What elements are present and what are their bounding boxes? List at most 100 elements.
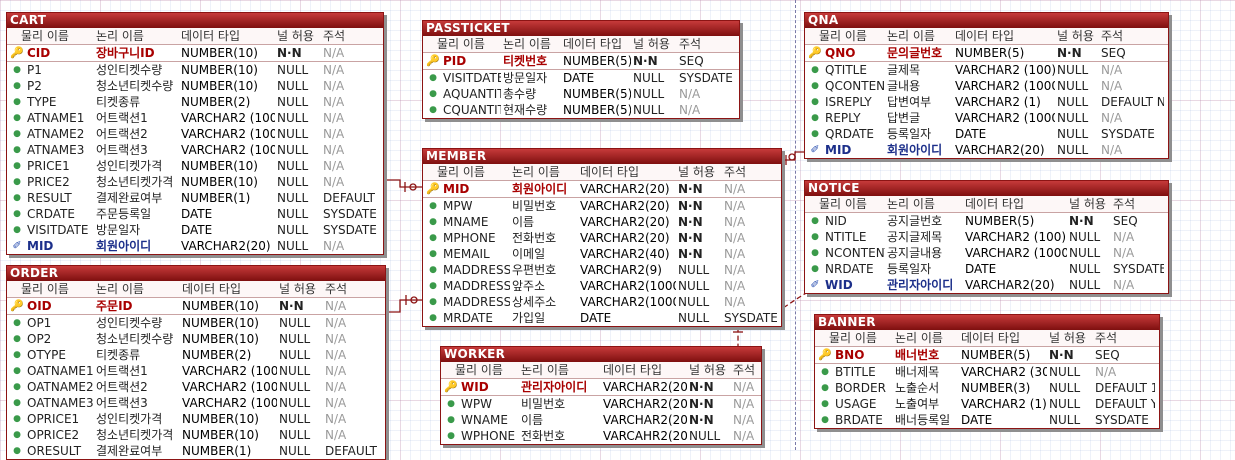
entity-attribute-row[interactable]: ● P1 성인티켓수량 NUMBER(10) NULL N/A xyxy=(7,62,383,78)
physical-name: TYPE xyxy=(27,95,57,109)
comment: N/A xyxy=(733,413,755,427)
entity-attribute-row[interactable]: ● NCONTENT공지글내용 VARCHAR2 (1000)NULL N/A xyxy=(805,245,1168,261)
column-header: 논리 이름 xyxy=(512,165,560,179)
entity-attribute-row[interactable]: 🔑 PID 티켓번호 NUMBER(5) N·N SEQ xyxy=(423,53,739,70)
column-header: 데이터 타입 xyxy=(563,37,623,51)
data-type: NUMBER(5) xyxy=(563,87,631,101)
entity-attribute-row[interactable]: ● ATNAME3 어트랙션3 VARCHAR2 (100) NULL N/A xyxy=(7,142,383,158)
data-type: VARCHAR2 (100) xyxy=(182,396,277,410)
physical-name: CID xyxy=(27,46,51,60)
entity-attribute-row[interactable]: ● OP1 성인티켓수량 NUMBER(10) NULL N/A xyxy=(7,315,385,331)
entity-attribute-row[interactable]: ● PRICE2 청소년티켓가격 NUMBER(10) NULL N/A xyxy=(7,174,383,190)
entity-attribute-row[interactable]: ● AQUANTITY총수량 NUMBER(5)NULL N/A xyxy=(423,86,739,102)
entity-attribute-row[interactable]: ● VISITDATE 방문일자 DATE NULL SYSDATE xyxy=(423,70,739,86)
entity-attribute-row[interactable]: ● CQUANTITY현재수량 NUMBER(5)NULL N/A xyxy=(423,102,739,118)
data-type: NUMBER(10) xyxy=(182,428,259,442)
physical-name: P1 xyxy=(27,63,42,77)
entity-attribute-row[interactable]: ✐ MID 회원아이디 VARCHAR2(20) NULL N/A xyxy=(805,142,1168,158)
data-type: VARCHAR2(20) xyxy=(603,413,687,427)
entity-attribute-row[interactable]: ● OP2 청소년티켓수량 NUMBER(10) NULL N/A xyxy=(7,331,385,347)
entity-attribute-row[interactable]: ● WPHONE 전화번호 VARCAHR2(20) NULL N/A xyxy=(441,428,761,444)
entity-attribute-row[interactable]: 🔑 OID 주문ID NUMBER(10) N·N N/A xyxy=(7,298,385,315)
column-header: 널 허용 xyxy=(689,363,726,377)
entity-attribute-row[interactable]: ● P2 청소년티켓수량 NUMBER(10) NULL N/A xyxy=(7,78,383,94)
entity-attribute-row[interactable]: ✐ WID 관리자아이디 VARCHAR2(20) NULL N/A xyxy=(805,277,1168,293)
nullable: NULL xyxy=(277,159,309,173)
entity-attribute-row[interactable]: ● ORESULT 결제완료여부 NUMBER(1) NULL DEFAULT 0 xyxy=(7,443,385,459)
entity-attribute-row[interactable]: ● WNAME 이름 VARCHAR2(20) N·N N/A xyxy=(441,412,761,428)
entity-member[interactable]: MEMBER 물리 이름 논리 이름 데이터 타입 널 허용 주석 🔑 MID 회원아이디 VAR… xyxy=(422,148,782,327)
entity-attribute-row[interactable]: ● WPW 비밀번호 VARCHAR2(20) N·N N/A xyxy=(441,396,761,412)
entity-attribute-row[interactable]: 🔑 BNO 배너번호 NUMBER(5) N·N SEQ xyxy=(815,347,1159,364)
nullable: NULL xyxy=(1057,143,1089,157)
entity-notice[interactable]: NOTICE 물리 이름 논리 이름 데이터 타입 널 허용 주석 ● NID 공지글번호 NUM… xyxy=(804,180,1169,294)
entity-attribute-row[interactable]: ● MEMAIL 이메일 VARCHAR2(40) N·N N/A xyxy=(423,246,781,262)
entity-attribute-row[interactable]: ● MADDRESS2앞주소 VARCHAR2(1000)NULL N/A xyxy=(423,278,781,294)
entity-attribute-row[interactable]: ● BORDER 노출순서 NUMBER(3) NULL DEFAULT 1 xyxy=(815,380,1159,396)
data-type: NUMBER(10) xyxy=(181,46,258,60)
entity-attribute-row[interactable]: ● OATNAME3 어트랙션3 VARCHAR2 (100) NULL N/A xyxy=(7,395,385,411)
entity-attribute-row[interactable]: ● OATNAME1 어트랙션1 VARCHAR2 (100) NULL N/A xyxy=(7,363,385,379)
entity-attribute-row[interactable]: ● QCONTENT글내용 VARCHAR2 (1000)NULL N/A xyxy=(805,78,1168,94)
data-type: NUMBER(5) xyxy=(961,348,1031,362)
data-type: VARCHAR2 (100) xyxy=(182,364,277,378)
entity-attribute-row[interactable]: ● RESULT 결제완료여부 NUMBER(1) NULL DEFAULT 0 xyxy=(7,190,383,206)
entity-order[interactable]: ORDER 물리 이름 논리 이름 데이터 타입 널 허용 주석 🔑 OID 주문ID NUMBE… xyxy=(6,265,386,460)
entity-attribute-row[interactable]: ● VISITDATE 방문일자 DATE NULL SYSDATE xyxy=(7,222,383,238)
entity-attribute-row[interactable]: ● NRDATE 등록일자 DATE NULL SYSDATE xyxy=(805,261,1168,277)
entity-attribute-row[interactable]: ● NID 공지글번호 NUMBER(5) N·N SEQ xyxy=(805,213,1168,229)
entity-attribute-row[interactable]: ✐ MID 회원아이디 VARCHAR2(20) NULL N/A xyxy=(7,238,383,254)
logical-name: 어트랙션2 xyxy=(96,380,148,394)
physical-name: BNO xyxy=(835,348,865,362)
entity-attribute-row[interactable]: ● ATNAME2 어트랙션2 VARCHAR2 (100) NULL N/A xyxy=(7,126,383,142)
entity-attribute-row[interactable]: ● MADDRESS1우편번호 VARCHAR2(9) NULL N/A xyxy=(423,262,781,278)
column-header: 널 허용 xyxy=(277,29,314,43)
entity-attribute-row[interactable]: ● MPHONE 전화번호 VARCHAR2(20) N·N N/A xyxy=(423,230,781,246)
entity-qna[interactable]: QNA 물리 이름 논리 이름 데이터 타입 널 허용 주석 🔑 QNO 문의글번호 NUMBER… xyxy=(804,12,1169,159)
column-header: 주석 xyxy=(325,282,348,296)
entity-attribute-row[interactable]: ● NTITLE 공지글제목 VARCHAR2 (100) NULL N/A xyxy=(805,229,1168,245)
comment: N/A xyxy=(325,316,347,330)
entity-attribute-row[interactable]: ● MNAME 이름 VARCHAR2(20) N·N N/A xyxy=(423,214,781,230)
entity-attribute-row[interactable]: ● MRDATE 가입일 DATE NULL SYSDATE xyxy=(423,310,781,326)
entity-attribute-row[interactable]: 🔑 MID 회원아이디 VARCHAR2(20) N·N N/A xyxy=(423,181,781,198)
entity-attribute-row[interactable]: ● MADDRESS3상세주소 VARCHAR2(1000)NULL N/A xyxy=(423,294,781,310)
nullable: NULL xyxy=(1069,262,1101,276)
entity-attribute-row[interactable]: 🔑 QNO 문의글번호 NUMBER(5) N·N SEQ xyxy=(805,45,1168,62)
entity-attribute-row[interactable]: ● USAGE 노출여부 VARCHAR2 (1) NULL DEFAULT Y xyxy=(815,396,1159,412)
comment: N/A xyxy=(323,175,345,189)
entity-attribute-row[interactable]: ● OTYPE 티켓종류 NUMBER(2) NULL N/A xyxy=(7,347,385,363)
entity-attribute-row[interactable]: ● TYPE 티켓종류 NUMBER(2) NULL N/A xyxy=(7,94,383,110)
entity-banner[interactable]: BANNER 물리 이름 논리 이름 데이터 타입 널 허용 주석 🔑 BNO 배너번호 NUMB… xyxy=(814,314,1160,429)
entity-attribute-row[interactable]: ● OPRICE1 성인티켓가격 NUMBER(10) NULL N/A xyxy=(7,411,385,427)
data-type: VARCHAR2 (100) xyxy=(181,111,275,125)
entity-attribute-row[interactable]: ● MPW 비밀번호 VARCHAR2(20) N·N N/A xyxy=(423,198,781,214)
physical-name: OP2 xyxy=(27,332,52,346)
entity-worker[interactable]: WORKER 물리 이름 논리 이름 데이터 타입 널 허용 주석 🔑 WID 관리자아이디 VA… xyxy=(440,346,762,445)
entity-attribute-row[interactable]: ● OATNAME2 어트랙션2 VARCHAR2 (100) NULL N/A xyxy=(7,379,385,395)
attribute-icon: ● xyxy=(13,177,21,187)
entity-attribute-row[interactable]: ● ISREPLY 답변여부 VARCHAR2 (1) NULL DEFAULT N xyxy=(805,94,1168,110)
entity-attribute-row[interactable]: ● QTITLE 글제목 VARCHAR2 (100) NULL N/A xyxy=(805,62,1168,78)
entity-attribute-row[interactable]: 🔑 WID 관리자아이디 VARCHAR2(20) N·N N/A xyxy=(441,379,761,396)
logical-name: 티켓종류 xyxy=(96,348,141,362)
column-header: 물리 이름 xyxy=(455,363,503,377)
entity-attribute-row[interactable]: ● PRICE1 성인티켓가격 NUMBER(10) NULL N/A xyxy=(7,158,383,174)
entity-attribute-row[interactable]: ● ATNAME1 어트랙션1 VARCHAR2 (100) NULL N/A xyxy=(7,110,383,126)
entity-cart[interactable]: CART 물리 이름 논리 이름 데이터 타입 널 허용 주석 🔑 CID 장바구니ID NUMB… xyxy=(6,12,384,255)
entity-attribute-row[interactable]: ● CRDATE 주문등록일 DATE NULL SYSDATE xyxy=(7,206,383,222)
entity-attribute-row[interactable]: ● QRDATE 등록일자 DATE NULL SYSDATE xyxy=(805,126,1168,142)
entity-attribute-row[interactable]: ● OPRICE2 청소년티켓가격 NUMBER(10) NULL N/A xyxy=(7,427,385,443)
comment: N/A xyxy=(325,299,347,313)
nullable: NULL xyxy=(633,71,665,85)
entity-attribute-row[interactable]: ● REPLY 답변글 VARCHAR2 (1000) NULL N/A xyxy=(805,110,1168,126)
column-header: 널 허용 xyxy=(279,282,316,296)
data-type: NUMBER(5) xyxy=(563,103,631,117)
comment: N/A xyxy=(325,428,347,442)
entity-attribute-row[interactable]: 🔑 CID 장바구니ID NUMBER(10) N·N N/A xyxy=(7,45,383,62)
entity-attribute-row[interactable]: ● BRDATE 배너등록일 DATE NULL SYSDATE xyxy=(815,412,1159,428)
nullable: NULL xyxy=(277,175,309,189)
entity-attribute-row[interactable]: ● BTITLE 배너제목 VARCHAR2 (30) NULL N/A xyxy=(815,364,1159,380)
entity-passticket[interactable]: PASSTICKET 물리 이름 논리 이름 데이터 타입 널 허용 주석 🔑 PID 티켓번호… xyxy=(422,20,740,119)
comment: N/A xyxy=(323,143,345,157)
